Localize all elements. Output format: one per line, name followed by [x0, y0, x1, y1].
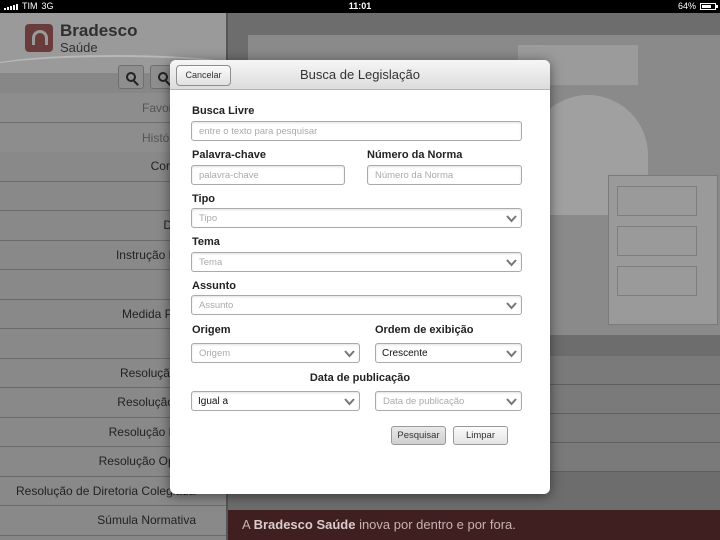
- search-submit-button[interactable]: Pesquisar: [391, 426, 446, 445]
- palavra-chave-placeholder: palavra-chave: [199, 170, 259, 181]
- dialog-header: Cancelar Busca de Legislação: [170, 60, 550, 90]
- search-icon: [126, 72, 136, 82]
- date-operator-select[interactable]: Igual a: [191, 391, 360, 411]
- footer-suffix: inova por dentro e por fora.: [355, 517, 516, 532]
- assunto-select[interactable]: Assunto: [191, 295, 522, 315]
- brand-sub: Saúde: [60, 40, 98, 55]
- clear-button[interactable]: Limpar: [453, 426, 508, 445]
- tipo-label: Tipo: [192, 193, 216, 205]
- date-publicacao-select[interactable]: Data de publicação: [375, 391, 522, 411]
- tema-placeholder: Tema: [199, 257, 223, 268]
- search-icon: [158, 72, 168, 82]
- cabinet-shape: [608, 175, 718, 325]
- menu-item[interactable]: Súmula Normativa: [0, 506, 226, 536]
- numero-norma-placeholder: Número da Norma: [375, 170, 454, 181]
- busca-livre-placeholder: entre o texto para pesquisar: [199, 126, 318, 137]
- battery-icon: [700, 2, 718, 10]
- drawer-shape: [617, 226, 697, 256]
- chevron-down-icon: [506, 214, 517, 224]
- footer-brand: Bradesco Saúde: [253, 517, 356, 532]
- search-button[interactable]: [118, 65, 144, 89]
- busca-livre-input[interactable]: entre o texto para pesquisar: [191, 121, 522, 141]
- bradesco-logo-icon: [25, 24, 53, 52]
- tipo-select[interactable]: Tipo: [191, 208, 522, 228]
- ordem-label: Ordem de exibição: [375, 324, 474, 336]
- numero-norma-label: Número da Norma: [367, 149, 463, 161]
- chevron-down-icon: [344, 349, 355, 359]
- chevron-down-icon: [344, 397, 355, 407]
- busca-livre-label: Busca Livre: [192, 105, 255, 117]
- ordem-value: Crescente: [382, 348, 428, 359]
- tipo-placeholder: Tipo: [199, 213, 218, 224]
- search-dialog: Cancelar Busca de Legislação Busca Livre…: [170, 60, 550, 494]
- drawer-shape: [617, 186, 697, 216]
- status-bar: TIM 3G 11:01 64%: [0, 0, 720, 13]
- chevron-down-icon: [506, 258, 517, 268]
- chevron-down-icon: [506, 349, 517, 359]
- drawer-shape: [617, 266, 697, 296]
- ordem-select[interactable]: Crescente: [375, 343, 522, 363]
- numero-norma-input[interactable]: Número da Norma: [367, 165, 522, 185]
- assunto-label: Assunto: [192, 280, 236, 292]
- brand-name: Bradesco: [60, 21, 138, 40]
- clock: 11:01: [348, 1, 372, 11]
- chevron-down-icon: [506, 301, 517, 311]
- tema-select[interactable]: Tema: [191, 252, 522, 272]
- palavra-chave-input[interactable]: palavra-chave: [191, 165, 345, 185]
- chevron-down-icon: [506, 397, 517, 407]
- origem-label: Origem: [192, 324, 231, 336]
- battery-percent: 64%: [677, 1, 696, 11]
- footer-prefix: A: [242, 517, 254, 532]
- footer-banner: A Bradesco Saúde inova por dentro e por …: [228, 510, 720, 540]
- dialog-title: Busca de Legislação: [300, 67, 420, 82]
- date-operator-value: Igual a: [198, 396, 229, 407]
- date-publicacao-placeholder: Data de publicação: [383, 396, 465, 407]
- palavra-chave-label: Palavra-chave: [192, 149, 266, 161]
- assunto-placeholder: Assunto: [199, 300, 234, 311]
- origem-select[interactable]: Origem: [191, 343, 360, 363]
- data-publicacao-label: Data de publicação: [309, 372, 411, 384]
- origem-placeholder: Origem: [199, 348, 231, 359]
- tema-label: Tema: [192, 236, 220, 248]
